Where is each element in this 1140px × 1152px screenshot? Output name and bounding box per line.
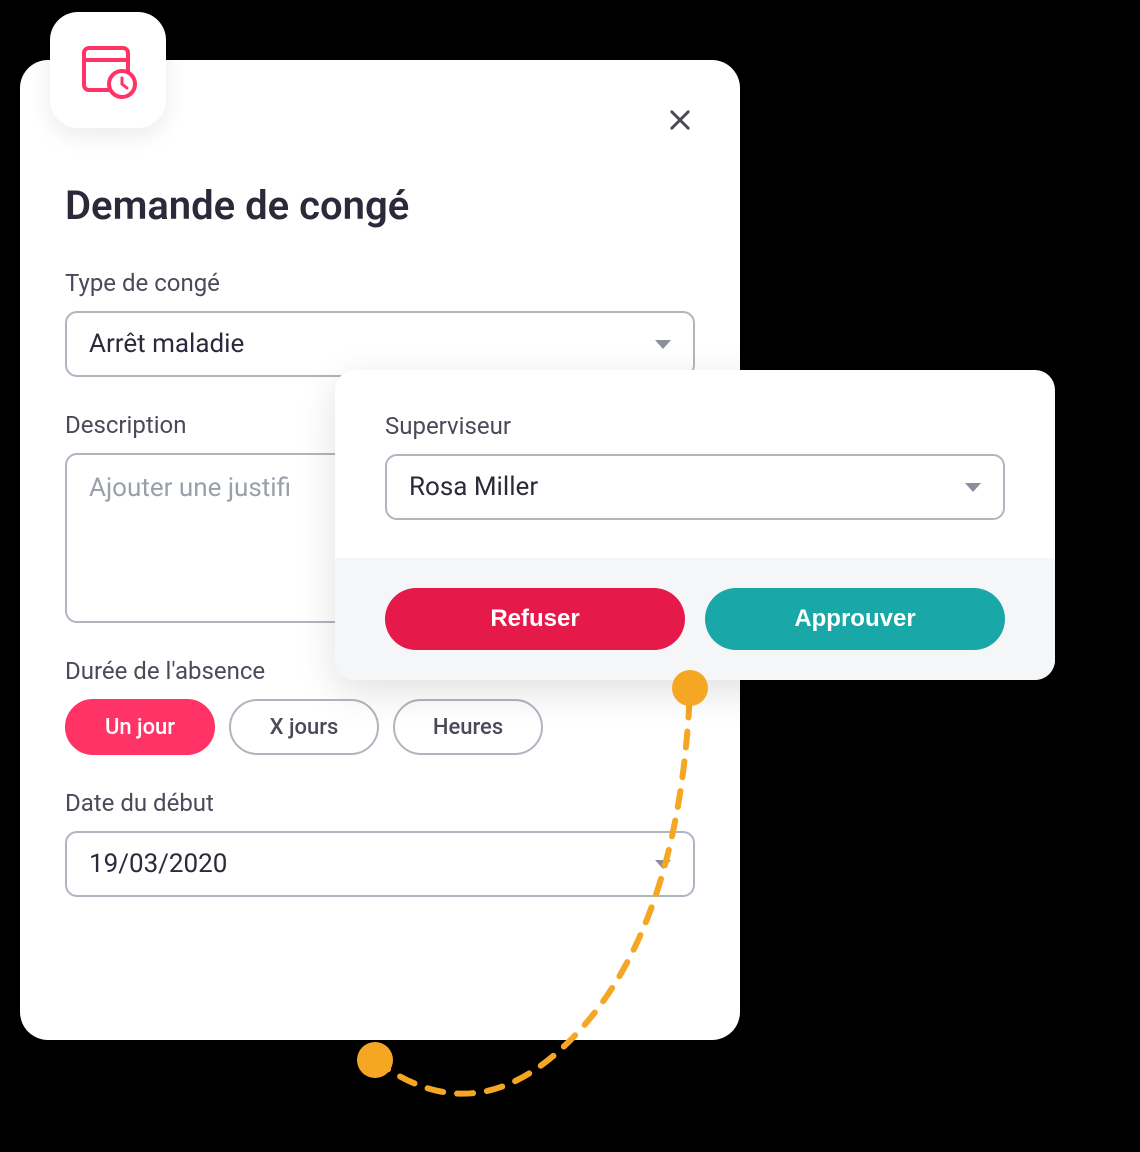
description-placeholder: Ajouter une justifi: [89, 473, 291, 503]
modal-title: Demande de congé: [65, 182, 695, 229]
calendar-clock-icon: [76, 38, 140, 102]
close-button[interactable]: [660, 100, 700, 140]
leave-type-select[interactable]: Arrêt maladie: [65, 311, 695, 377]
connector-dot-start: [357, 1042, 393, 1078]
supervisor-value: Rosa Miller: [409, 472, 538, 502]
supervisor-actions: Refuser Approuver: [335, 558, 1055, 680]
calendar-clock-badge: [50, 12, 166, 128]
start-date-field: Date du début 19/03/2020: [65, 789, 695, 897]
start-date-label: Date du début: [65, 789, 695, 817]
duration-x-days-pill[interactable]: X jours: [229, 699, 379, 755]
leave-type-field: Type de congé Arrêt maladie: [65, 269, 695, 377]
leave-type-value: Arrêt maladie: [89, 329, 244, 359]
supervisor-top: Superviseur Rosa Miller: [335, 370, 1055, 558]
close-icon: [666, 106, 694, 134]
start-date-value: 19/03/2020: [89, 849, 227, 879]
chevron-down-icon: [655, 340, 671, 349]
duration-hours-pill[interactable]: Heures: [393, 699, 543, 755]
supervisor-select[interactable]: Rosa Miller: [385, 454, 1005, 520]
duration-pill-group: Un jour X jours Heures: [65, 699, 695, 755]
start-date-select[interactable]: 19/03/2020: [65, 831, 695, 897]
refuse-button[interactable]: Refuser: [385, 588, 685, 650]
connector-dot-end: [672, 670, 708, 706]
chevron-down-icon: [965, 483, 981, 492]
duration-one-day-pill[interactable]: Un jour: [65, 699, 215, 755]
approve-button[interactable]: Approuver: [705, 588, 1005, 650]
chevron-down-icon: [655, 860, 671, 869]
leave-type-label: Type de congé: [65, 269, 695, 297]
supervisor-label: Superviseur: [385, 412, 1005, 440]
supervisor-panel: Superviseur Rosa Miller Refuser Approuve…: [335, 370, 1055, 680]
